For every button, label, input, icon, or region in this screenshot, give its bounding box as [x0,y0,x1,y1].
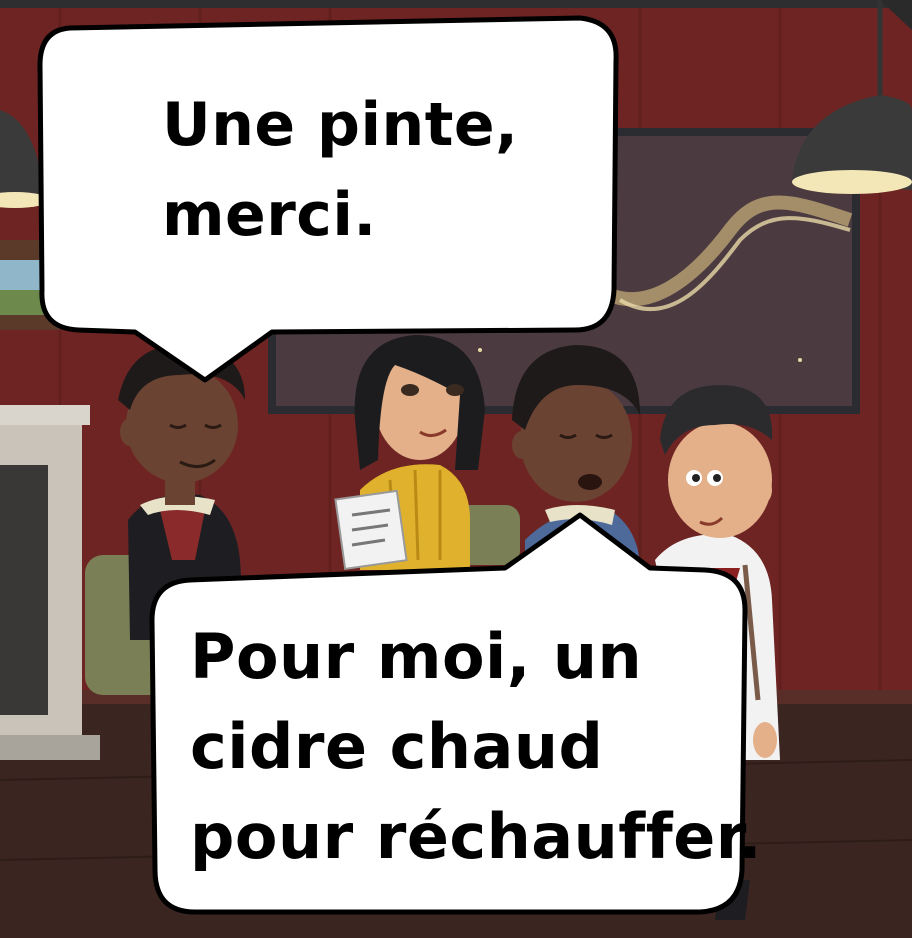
cartoon-scene: Une pinte, merci. Pour moi, un cidre cha… [0,0,912,938]
speech-bubble-text-top: Une pinte, merci. [162,90,519,250]
speech-bubble-text-bottom: Pour moi, un cidre chaud pour réchauffer… [190,620,763,873]
